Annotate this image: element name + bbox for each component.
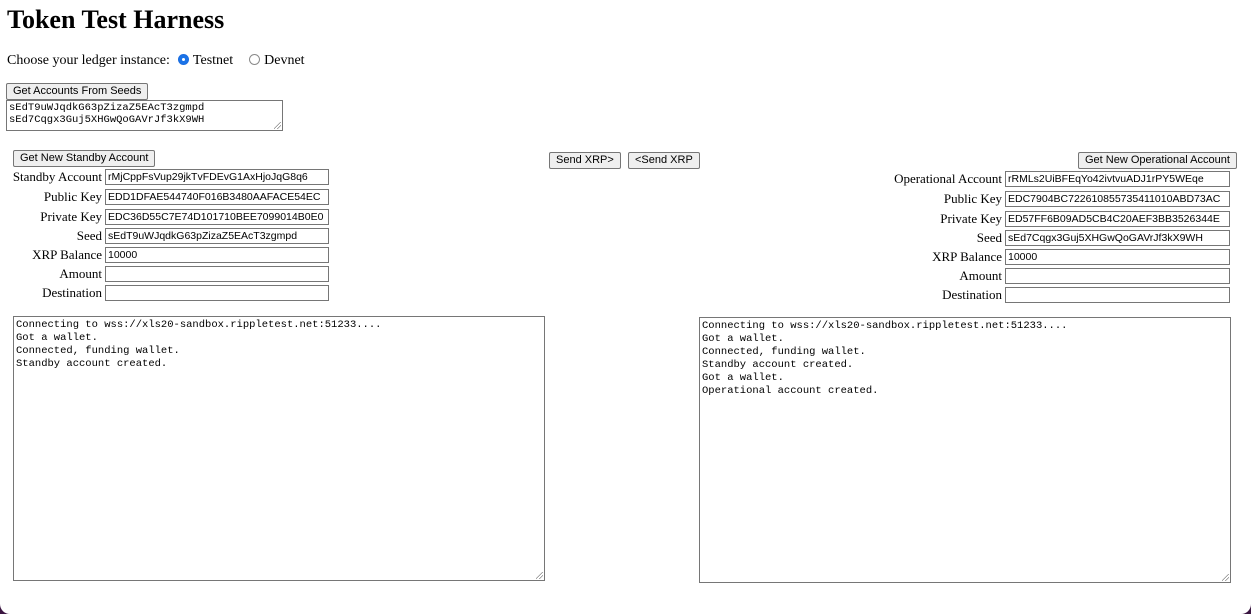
operational-amount-label: Amount [959, 267, 1002, 283]
operational-private-key-row: Private Key ED57FF6B09AD5CB4C20AEF3BB352… [880, 210, 1230, 227]
standby-account-label: Standby Account [12, 168, 102, 184]
resize-handle-icon[interactable] [1222, 574, 1229, 581]
standby-destination-field[interactable] [105, 284, 329, 301]
operational-seed-row: Seed sEd7Cqgx3Guj5XHGwQoGAVrJf3kX9WH [880, 229, 1230, 246]
operational-account-field[interactable]: rRMLs2UiBFEqYo42ivtvuADJ1rPY5WEqe [1005, 170, 1230, 187]
standby-seed-label: Seed [76, 227, 102, 243]
operational-destination-field[interactable] [1005, 286, 1230, 303]
operational-xrp-balance-field[interactable]: 10000 [1005, 248, 1230, 265]
get-new-operational-account-button[interactable]: Get New Operational Account [1078, 152, 1237, 169]
standby-private-key-row: Private Key EDC36D55C7E74D101710BEE70990… [0, 208, 329, 225]
get-accounts-from-seeds-button[interactable]: Get Accounts From Seeds [6, 83, 149, 100]
standby-amount-label: Amount [59, 265, 102, 281]
operational-destination-label: Destination [942, 286, 1002, 302]
send-xrp-to-operational-button[interactable]: Send XRP> [549, 152, 621, 169]
send-xrp-to-standby-button[interactable]: <Send XRP [628, 152, 700, 169]
standby-public-key-field[interactable]: EDD1DFAE544740F016B3480AAFACE54EC [105, 188, 329, 205]
radio-devnet-label[interactable]: Devnet [264, 52, 304, 69]
resize-handle-icon[interactable] [274, 122, 281, 129]
standby-xrp-balance-row: XRP Balance 10000 [0, 246, 329, 263]
operational-seed-field[interactable]: sEd7Cqgx3Guj5XHGwQoGAVrJf3kX9WH [1005, 229, 1230, 246]
operational-amount-row: Amount [880, 267, 1230, 284]
standby-amount-row: Amount [0, 265, 329, 282]
browser-page: Token Test Harness Choose your ledger in… [0, 0, 1251, 614]
get-new-standby-account-button[interactable]: Get New Standby Account [13, 150, 156, 167]
operational-private-key-label: Private Key [940, 210, 1002, 226]
standby-account-field[interactable]: rMjCppFsVup29jkTvFDEvG1AxHjoJqG8q6 [105, 168, 329, 185]
operational-seed-label: Seed [976, 229, 1002, 245]
radio-testnet[interactable] [177, 54, 189, 65]
page-title: Token Test Harness [7, 5, 225, 34]
operational-xrp-balance-label: XRP Balance [932, 248, 1002, 264]
standby-destination-label: Destination [42, 284, 102, 300]
standby-destination-row: Destination [0, 284, 329, 301]
standby-seed-row: Seed sEdT9uWJqdkG63pZizaZ5EAcT3zgmpd [0, 227, 329, 244]
operational-account-row: Operational Account rRMLs2UiBFEqYo42ivtv… [880, 170, 1230, 187]
operational-xrp-balance-row: XRP Balance 10000 [880, 248, 1230, 265]
standby-xrp-balance-label: XRP Balance [32, 246, 102, 262]
seeds-textarea[interactable]: sEdT9uWJqdkG63pZizaZ5EAcT3zgmpd sEd7Cqgx3… [6, 100, 283, 131]
standby-public-key-row: Public Key EDD1DFAE544740F016B3480AAFACE… [0, 188, 329, 205]
standby-log-text: Connecting to wss://xls20-sandbox.ripple… [16, 319, 382, 370]
standby-account-row: Standby Account rMjCppFsVup29jkTvFDEvG1A… [0, 168, 329, 185]
operational-results-textarea[interactable]: Connecting to wss://xls20-sandbox.ripple… [699, 317, 1231, 583]
resize-handle-icon[interactable] [536, 572, 543, 579]
operational-public-key-field[interactable]: EDC7904BC722610855735411010ABD73AC [1005, 190, 1230, 207]
radio-devnet[interactable] [249, 54, 261, 65]
operational-destination-row: Destination [880, 286, 1230, 303]
operational-public-key-label: Public Key [943, 190, 1002, 206]
ledger-label: Choose your ledger instance: [7, 53, 170, 68]
standby-results-textarea[interactable]: Connecting to wss://xls20-sandbox.ripple… [13, 316, 545, 581]
operational-private-key-field[interactable]: ED57FF6B09AD5CB4C20AEF3BB3526344E [1005, 210, 1230, 227]
seed-line: sEd7Cqgx3Guj5XHGwQoGAVrJf3kX9WH [9, 114, 205, 126]
operational-amount-field[interactable] [1005, 267, 1230, 284]
standby-public-key-label: Public Key [43, 188, 102, 204]
seed-line: sEdT9uWJqdkG63pZizaZ5EAcT3zgmpd [9, 102, 205, 114]
standby-amount-field[interactable] [105, 265, 329, 282]
operational-log-text: Connecting to wss://xls20-sandbox.ripple… [702, 320, 1068, 397]
ledger-selector: Choose your ledger instance: Testnet Dev… [7, 52, 305, 69]
standby-private-key-label: Private Key [40, 208, 102, 224]
standby-private-key-field[interactable]: EDC36D55C7E74D101710BEE7099014B0E0 [105, 208, 329, 225]
radio-testnet-label[interactable]: Testnet [193, 52, 233, 69]
operational-account-label: Operational Account [894, 170, 1002, 186]
standby-seed-field[interactable]: sEdT9uWJqdkG63pZizaZ5EAcT3zgmpd [105, 227, 329, 244]
standby-xrp-balance-field[interactable]: 10000 [105, 246, 329, 263]
operational-public-key-row: Public Key EDC7904BC722610855735411010AB… [880, 190, 1230, 207]
